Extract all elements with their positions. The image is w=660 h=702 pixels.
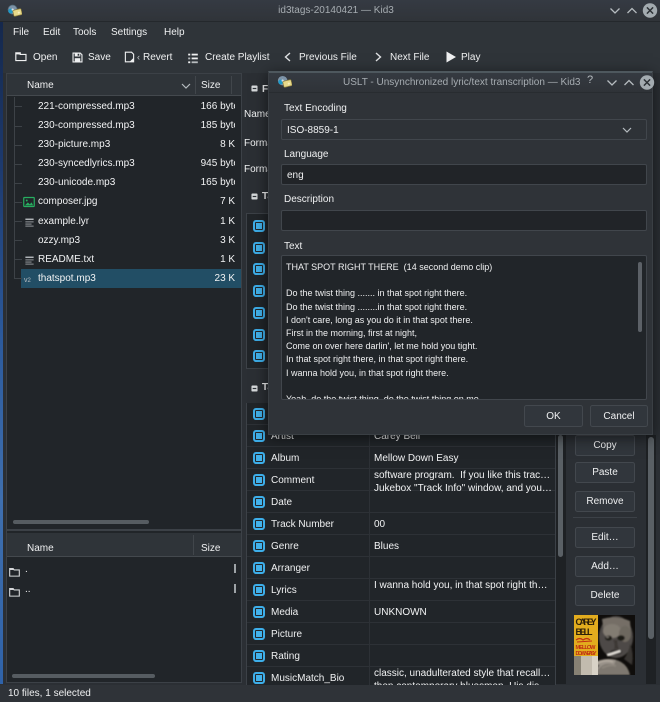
svg-text:CAREY: CAREY [576, 617, 597, 627]
svg-text:BELL: BELL [576, 627, 594, 637]
svg-text:DOWN EASY: DOWN EASY [576, 651, 597, 657]
